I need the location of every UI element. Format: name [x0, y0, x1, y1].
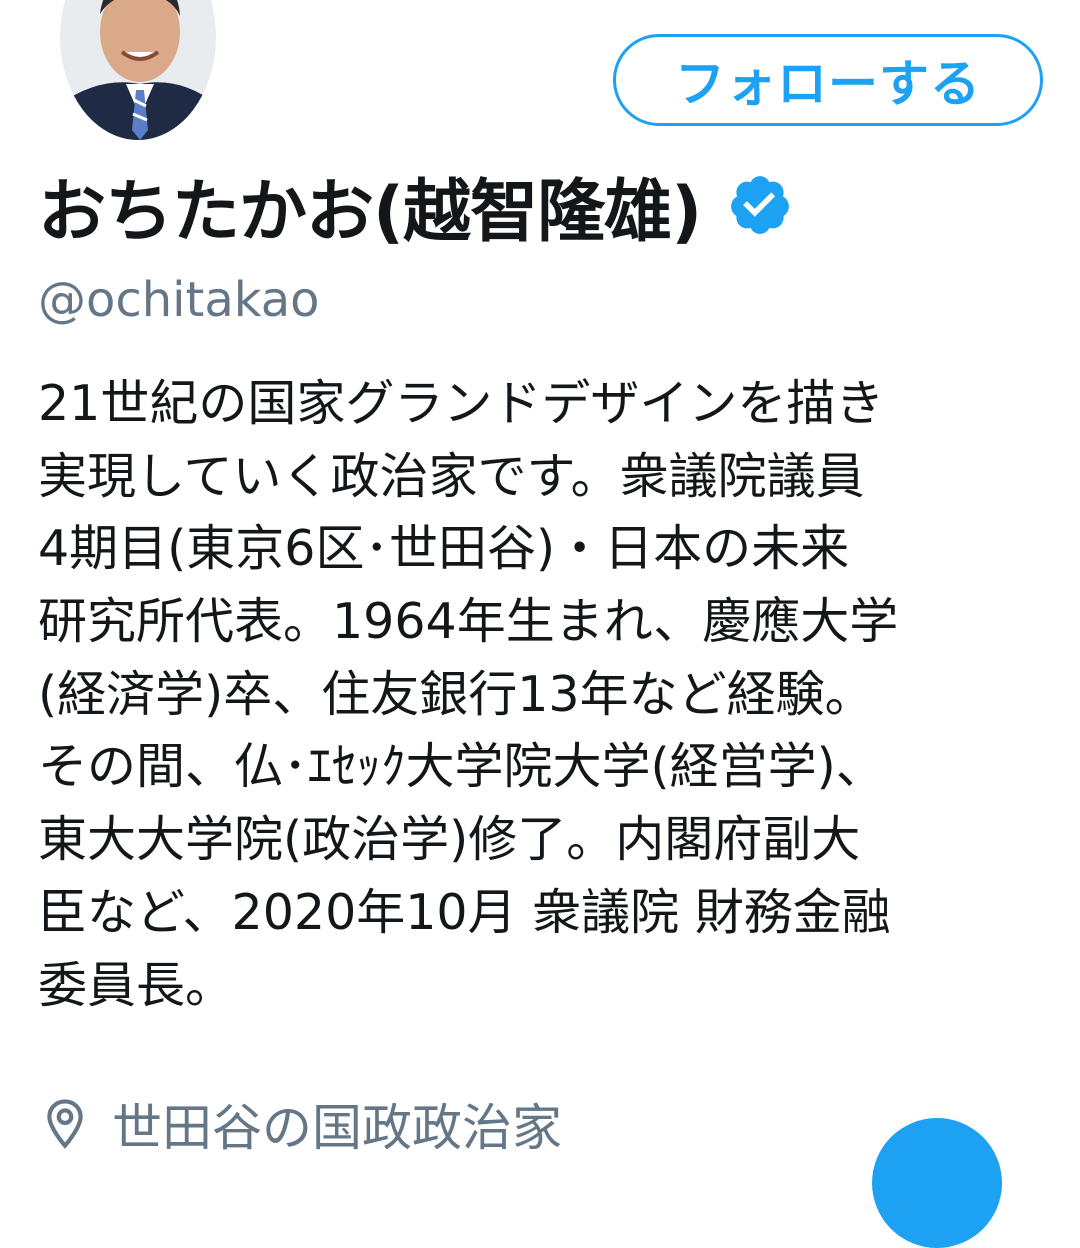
- profile-bio: 21世紀の国家グランドデザインを描き 実現していく政治家です。衆議院議員 4期目…: [38, 368, 1048, 1022]
- profile-location: 世田谷の国政政治家: [44, 1092, 562, 1157]
- bio-line: その間、仏･ｴｾｯｸ大学院大学(経営学)、: [38, 738, 885, 796]
- profile-handle: @ochitakao: [38, 272, 320, 328]
- bio-line: 委員長。: [38, 956, 235, 1014]
- follow-button[interactable]: フォローする: [613, 34, 1043, 126]
- map-pin-icon: [47, 1099, 83, 1149]
- profile-avatar[interactable]: [60, 0, 216, 140]
- bio-line: (経済学)卒、住友銀行13年など経験。: [38, 665, 874, 723]
- bio-line: 臣など、2020年10月 衆議院 財務金融: [38, 883, 891, 941]
- bio-line: 研究所代表。1964年生まれ、慶應大学: [38, 593, 899, 651]
- compose-button[interactable]: [872, 1118, 1002, 1248]
- location-text: 世田谷の国政政治家: [112, 1099, 562, 1157]
- bio-line: 4期目(東京6区･世田谷)・日本の未来: [38, 520, 850, 578]
- bio-line: 21世紀の国家グランドデザインを描き: [38, 375, 885, 432]
- verified-badge-icon: [731, 176, 790, 234]
- avatar-photo: [60, 0, 216, 140]
- profile-name-row: おちたかお(越智隆雄): [38, 160, 793, 252]
- bio-line: 実現していく政治家です。衆議院議員: [38, 447, 865, 505]
- bio-line: 東大大学院(政治学)修了。内閣府副大: [38, 811, 861, 869]
- display-name: おちたかお(越智隆雄): [38, 172, 702, 252]
